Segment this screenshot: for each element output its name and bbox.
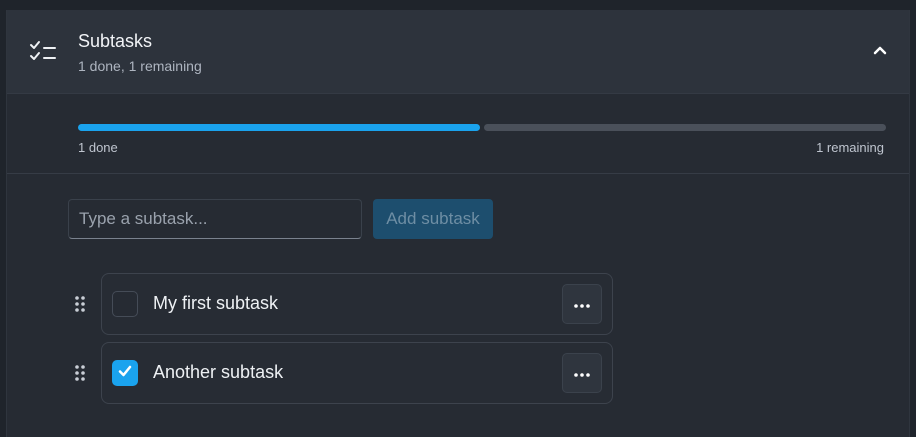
subtasks-header[interactable]: Subtasks 1 done, 1 remaining bbox=[7, 10, 909, 94]
subtask-label: Another subtask bbox=[153, 362, 284, 382]
add-subtask-button[interactable]: Add subtask bbox=[373, 199, 493, 239]
progress-done-label: 1 done bbox=[78, 140, 118, 155]
ellipsis-icon bbox=[574, 295, 590, 313]
chevron-up-icon bbox=[873, 42, 887, 60]
subtasks-panel: Subtasks 1 done, 1 remaining 1 done 1 re… bbox=[6, 10, 910, 437]
progress-bar bbox=[78, 124, 886, 131]
subtask-row: Another subtask bbox=[7, 342, 909, 404]
subtask-label: My first subtask bbox=[153, 293, 279, 313]
progress-remaining-label: 1 remaining bbox=[816, 140, 884, 155]
more-options-button[interactable] bbox=[562, 353, 602, 393]
subtask-item: My first subtask bbox=[101, 273, 613, 335]
subtask-input[interactable] bbox=[68, 199, 362, 239]
subtask-row: My first subtask bbox=[7, 273, 909, 335]
subtasks-title: Subtasks bbox=[78, 31, 153, 51]
checklist-icon bbox=[29, 40, 57, 64]
progress-remaining-segment bbox=[484, 124, 886, 131]
check-icon bbox=[118, 364, 132, 382]
progress-section: 1 done 1 remaining bbox=[7, 94, 909, 174]
progress-done-segment bbox=[78, 124, 480, 131]
add-subtask-row: Add subtask bbox=[7, 199, 909, 239]
drag-handle-icon[interactable] bbox=[74, 364, 86, 382]
more-options-button[interactable] bbox=[562, 284, 602, 324]
collapse-button[interactable] bbox=[867, 38, 893, 64]
subtask-checkbox[interactable] bbox=[112, 360, 138, 386]
ellipsis-icon bbox=[574, 364, 590, 382]
subtasks-summary: 1 done, 1 remaining bbox=[78, 58, 202, 74]
drag-handle-icon[interactable] bbox=[74, 295, 86, 313]
subtask-item: Another subtask bbox=[101, 342, 613, 404]
subtask-checkbox[interactable] bbox=[112, 291, 138, 317]
